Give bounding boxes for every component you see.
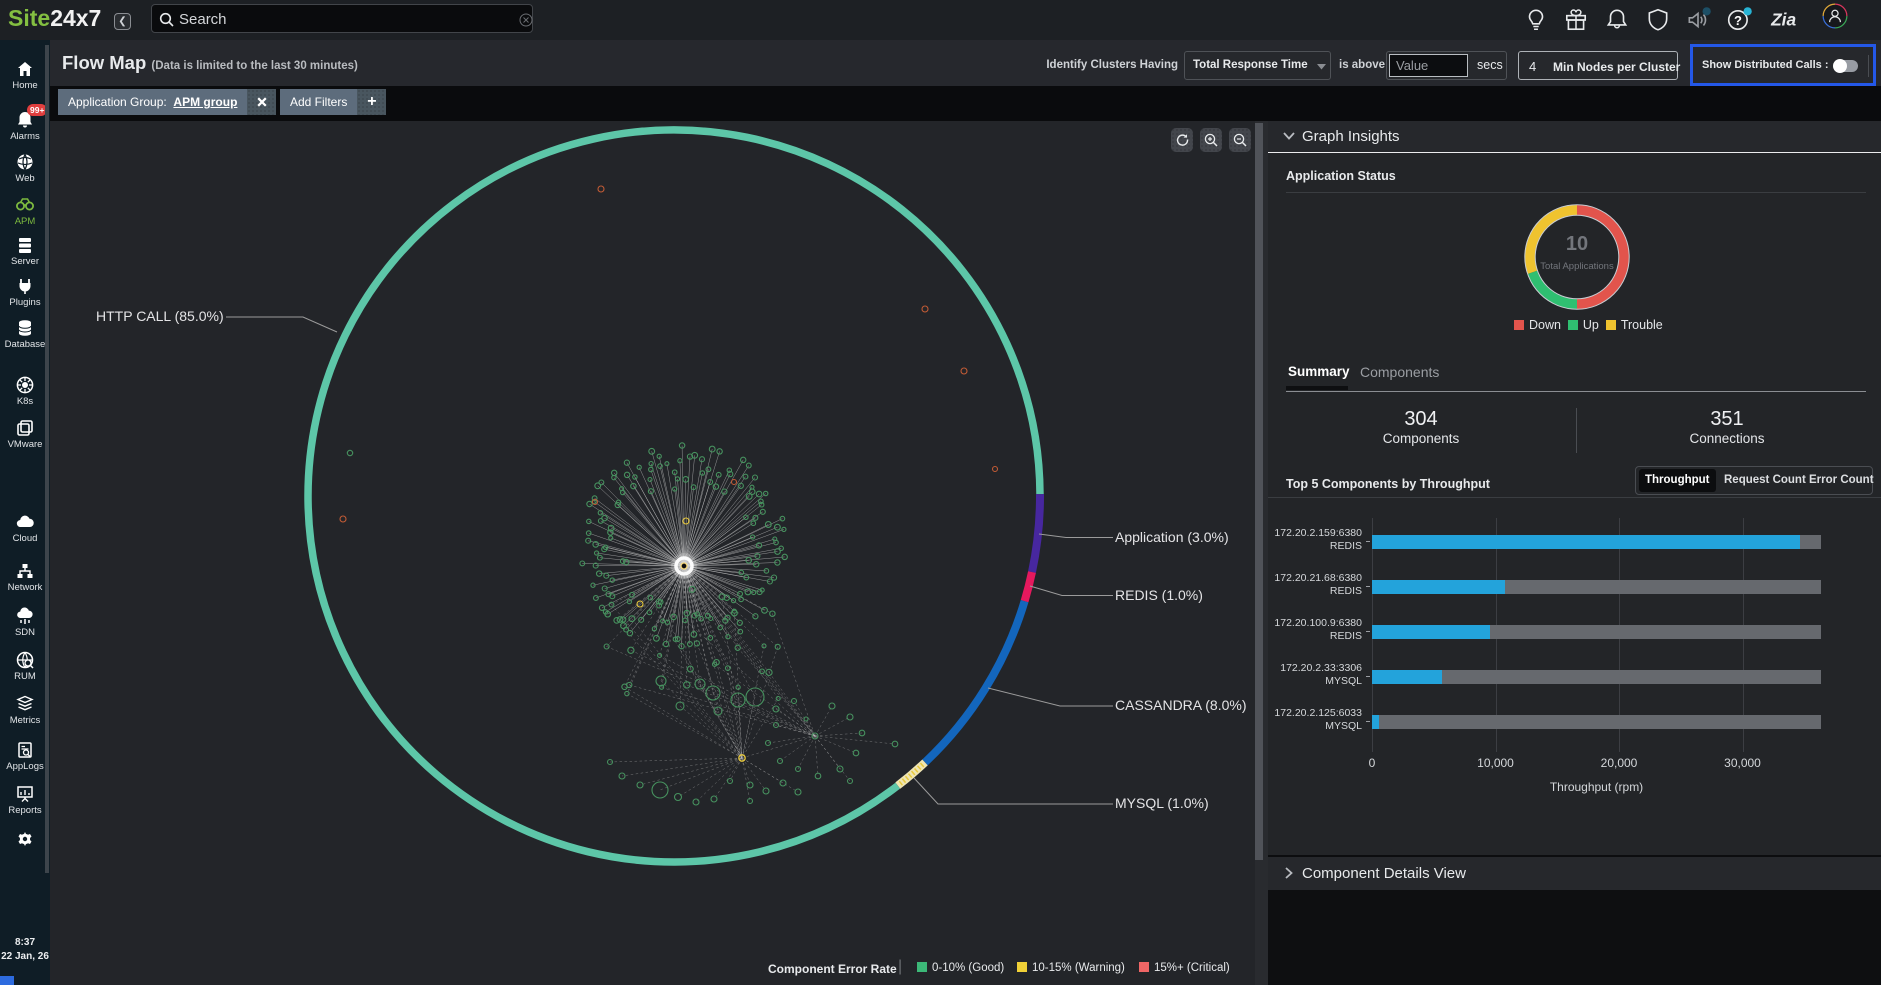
svg-text:Zia: Zia bbox=[1770, 9, 1796, 29]
svg-text:Total Applications: Total Applications bbox=[1540, 261, 1614, 272]
svg-text:REDIS (1.0%): REDIS (1.0%) bbox=[1115, 587, 1203, 603]
svg-text:HTTP CALL (85.0%): HTTP CALL (85.0%) bbox=[96, 308, 224, 324]
svg-text:CASSANDRA (8.0%): CASSANDRA (8.0%) bbox=[1115, 697, 1246, 713]
svg-text:?: ? bbox=[1734, 13, 1742, 28]
svg-text:10: 10 bbox=[1566, 233, 1588, 255]
svg-text:Application (3.0%): Application (3.0%) bbox=[1115, 529, 1229, 545]
svg-text:MYSQL (1.0%): MYSQL (1.0%) bbox=[1115, 795, 1209, 811]
